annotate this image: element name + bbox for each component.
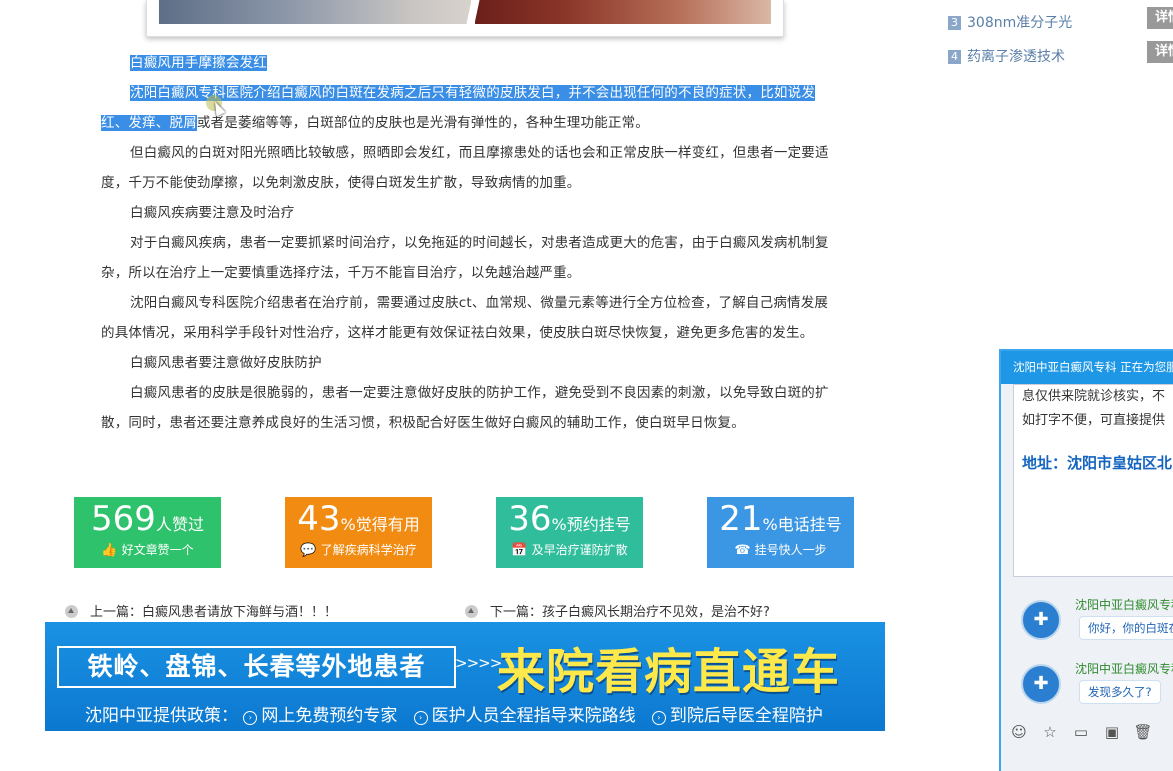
article-subheading: 白癜风用手摩擦会发红 (130, 55, 267, 71)
article-subheading: 白癜风疾病要注意及时治疗 (130, 205, 295, 221)
trash-icon[interactable]: 🗑 (1133, 723, 1153, 741)
thumbs-up-icon: 👍 (101, 543, 118, 558)
article-paragraph: 沈阳白癜风专科医院介绍患者在治疗前，需要通过皮肤ct、血常规、微量元素等进行全方… (101, 295, 829, 341)
star-icon[interactable]: ☆ (1040, 723, 1060, 741)
useful-button[interactable]: 43%觉得有用 💬 了解疾病科学治疗 (285, 497, 432, 568)
emoji-icon[interactable]: ☺ (1009, 723, 1029, 741)
up-arrow-icon (65, 605, 78, 618)
article-subheading: 白癜风患者要注意做好皮肤防护 (130, 355, 322, 371)
sidebar-item-308nm[interactable]: 3 308nm准分子光 (948, 12, 1072, 32)
chat-header[interactable]: 沈阳中亚白癜风专科 正在为您服务 (1001, 351, 1173, 384)
prev-article-link[interactable]: 上一篇：白癜风患者请放下海鲜与酒！！！ (65, 601, 337, 620)
agent-avatar: ✚ (1021, 600, 1061, 640)
image-icon[interactable]: ▣ (1102, 723, 1122, 741)
chat-info-message: 息仅供来院就诊核实，不 如打字不便，可直接提供 地址：沈阳市皇姑区北 (1013, 384, 1173, 577)
appointment-button[interactable]: 36%预约挂号 📅 及早治疗谨防扩散 (496, 497, 643, 568)
phone-booking-button[interactable]: 21%电话挂号 ☎ 挂号快人一步 (707, 497, 854, 568)
calendar-icon: 📅 (511, 543, 528, 558)
phone-icon: ☎ (734, 543, 751, 558)
article-paragraph: 对于白癜风疾病，患者一定要抓紧时间治疗，以免拖延的时间越长，对患者造成更大的危害… (101, 235, 829, 281)
detail-button[interactable]: 详情 (1147, 41, 1173, 63)
sidebar-item-iontophoresis[interactable]: 4 药离子渗透技术 (948, 46, 1065, 66)
banner-region-text: 铁岭、盘锦、长春等外地患者 (57, 646, 456, 688)
detail-button[interactable]: 详情 (1147, 7, 1173, 29)
circle-arrow-icon: › (413, 711, 428, 725)
chat-window[interactable]: 沈阳中亚白癜风专科 正在为您服务 息仅供来院就诊核实，不 如打字不便，可直接提供… (999, 349, 1173, 771)
banner-arrows: >>>> (455, 654, 502, 672)
likes-button[interactable]: 569人赞过 👍 好文章赞一个 (74, 497, 221, 568)
shuttle-banner[interactable]: 铁岭、盘锦、长春等外地患者 >>>> 来院看病直通车 沈阳中亚提供政策： › 网上… (45, 622, 885, 731)
agent-avatar: ✚ (1021, 664, 1061, 704)
circle-arrow-icon: › (651, 711, 666, 725)
chat-address: 地址：沈阳市皇姑区北 (1022, 454, 1173, 472)
chat-icon: 💬 (300, 543, 317, 558)
chat-toolbar: ☺ ☆ ▭ ▣ 🗑 (1009, 722, 1173, 744)
banner-policy: 沈阳中亚提供政策： › 网上免费预约专家 › 医护人员全程指导来院路线 › 到院后导医… (85, 706, 823, 726)
banner-headline: 来院看病直通车 (497, 644, 841, 700)
circle-arrow-icon: › (243, 711, 258, 725)
folder-icon[interactable]: ▭ (1071, 723, 1091, 741)
article-image-card (146, 0, 784, 37)
next-article-link[interactable]: 下一篇：孩子白癜风长期治疗不见效，是治不好? (465, 601, 770, 620)
article-paragraph: 但白癜风的白斑对阳光照晒比较敏感，照晒即会发红，而且摩擦患处的话也会和正常皮肤一… (101, 145, 829, 191)
article-paragraph: 白癜风患者的皮肤是很脆弱的，患者一定要注意做好皮肤的防护工作，避免受到不良因素的… (101, 385, 829, 431)
up-arrow-icon (465, 605, 478, 618)
article-image (159, 0, 771, 24)
